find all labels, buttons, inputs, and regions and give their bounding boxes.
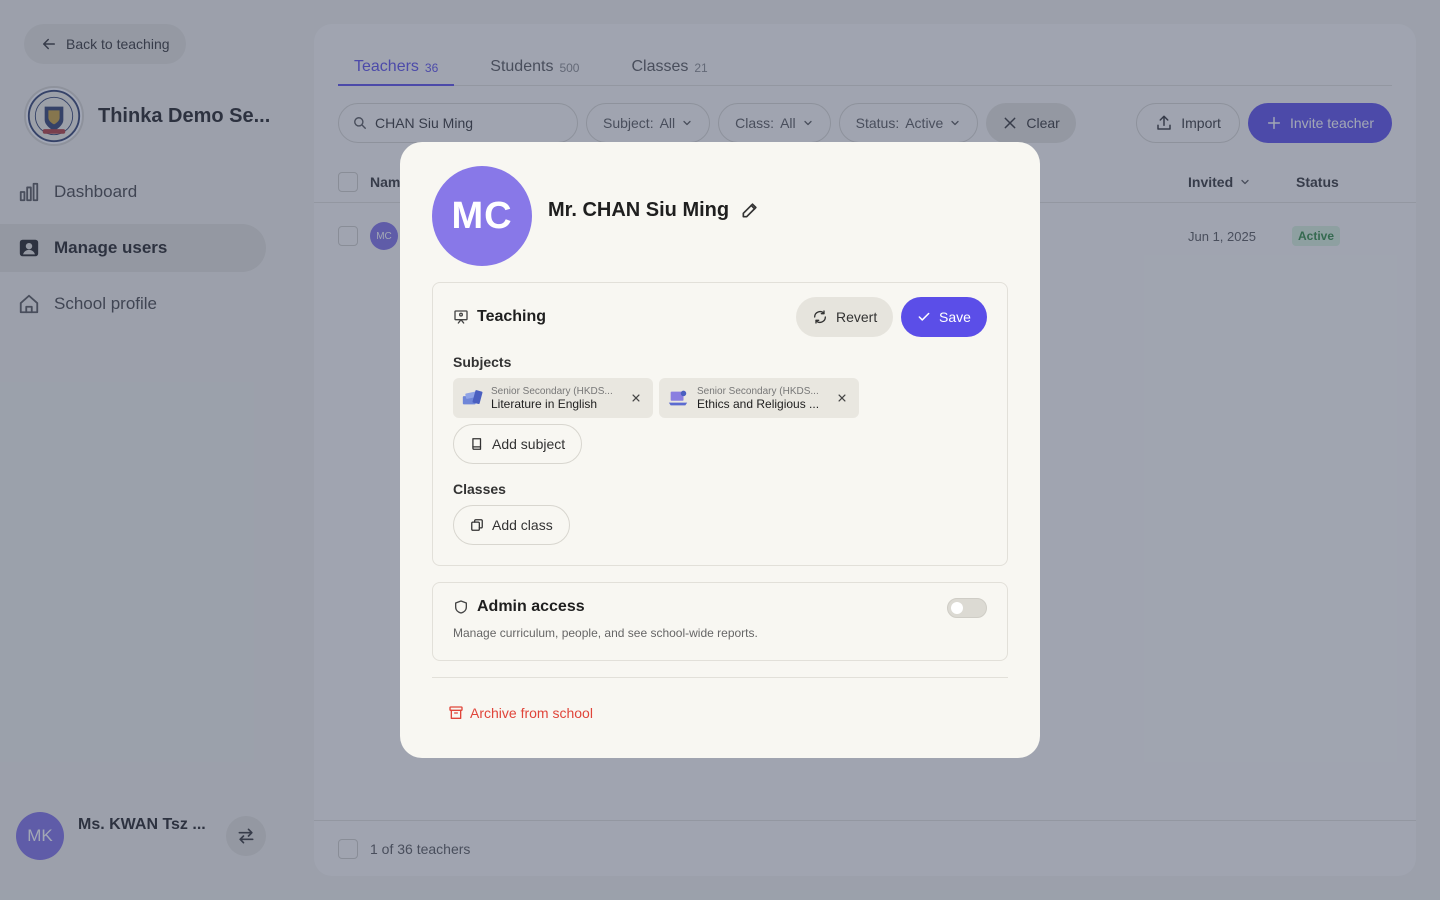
archive-from-school-button[interactable]: Archive from school xyxy=(448,705,593,721)
admin-access-label: Admin access xyxy=(477,598,585,615)
admin-access-card: Admin access Manage curriculum, people, … xyxy=(432,582,1008,661)
add-class-button[interactable]: Add class xyxy=(453,505,570,545)
avatar: MC xyxy=(432,166,532,266)
teaching-title-label: Teaching xyxy=(477,308,547,325)
books-icon xyxy=(462,390,483,405)
revert-button[interactable]: Revert xyxy=(796,297,894,337)
close-icon xyxy=(632,394,640,402)
teaching-card: Teaching Revert Save Subjects Senior Sec… xyxy=(432,282,1008,566)
admin-access-description: Manage curriculum, people, and see schoo… xyxy=(453,626,758,640)
teaching-title: Teaching xyxy=(453,308,546,326)
admin-access-toggle[interactable] xyxy=(947,598,987,618)
subjects-label: Subjects xyxy=(453,354,512,370)
subject-chip-text: Senior Secondary (HKDS... Ethics and Rel… xyxy=(697,386,823,411)
shield-icon xyxy=(455,600,467,614)
subject-category: Senior Secondary (HKDS... xyxy=(697,385,819,397)
remove-subject-button[interactable] xyxy=(831,387,853,409)
book-icon xyxy=(472,438,482,450)
subject-name: Literature in English xyxy=(491,396,598,411)
close-icon xyxy=(838,394,846,402)
save-label: Save xyxy=(939,309,971,325)
revert-label: Revert xyxy=(836,309,878,325)
admin-access-title: Admin access xyxy=(453,598,585,616)
divider xyxy=(432,677,1008,678)
presentation-icon xyxy=(454,310,468,324)
copy-icon xyxy=(471,519,483,531)
subject-name: Ethics and Religious ... xyxy=(697,396,820,411)
pencil-icon[interactable] xyxy=(740,200,760,220)
add-subject-button[interactable]: Add subject xyxy=(453,424,583,464)
archive-label: Archive from school xyxy=(470,705,593,721)
teacher-name: Mr. CHAN Siu Ming xyxy=(548,199,730,221)
subject-chip: Senior Secondary (HKDS... Literature in … xyxy=(453,378,653,418)
refresh-icon xyxy=(814,310,826,324)
subject-chip: Senior Secondary (HKDS... Ethics and Rel… xyxy=(659,378,859,418)
check-icon xyxy=(918,312,930,321)
classes-label: Classes xyxy=(453,481,506,497)
archive-icon xyxy=(449,706,463,719)
add-class-label: Add class xyxy=(492,517,553,533)
subject-chip-text: Senior Secondary (HKDS... Literature in … xyxy=(491,386,617,411)
save-button[interactable]: Save xyxy=(901,297,987,337)
laptop-icon xyxy=(668,390,688,406)
subject-category: Senior Secondary (HKDS... xyxy=(491,385,613,397)
add-subject-label: Add subject xyxy=(492,436,566,452)
teacher-detail-modal: MC Mr. CHAN Siu Ming Teaching Revert Sav… xyxy=(400,142,1040,758)
remove-subject-button[interactable] xyxy=(625,387,647,409)
